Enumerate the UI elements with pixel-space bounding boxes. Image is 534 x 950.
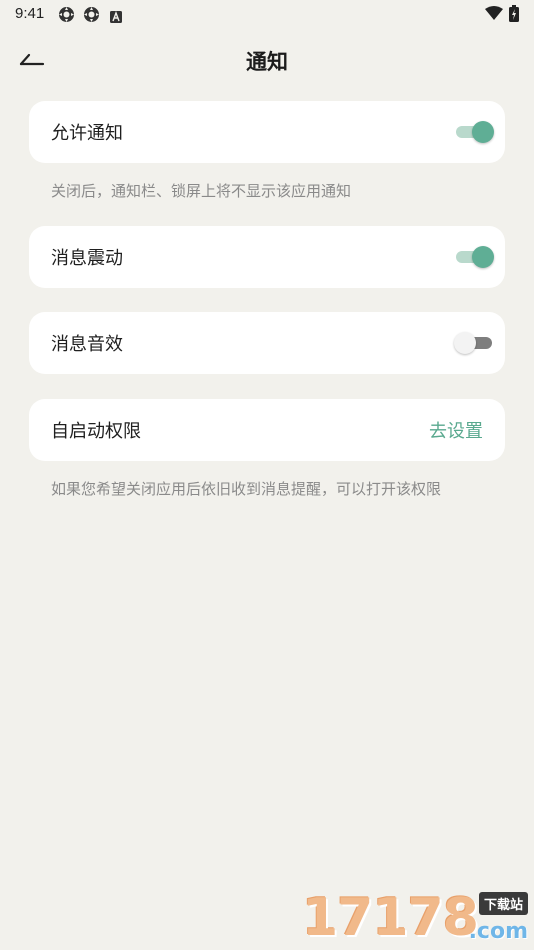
- battery-icon: [509, 5, 519, 26]
- auto-start-permission-row[interactable]: 自启动权限 去设置: [29, 399, 505, 461]
- watermark-badge: 下载站: [478, 892, 528, 915]
- toggle-thumb: [472, 121, 494, 143]
- status-time: 9:41: [15, 5, 45, 22]
- watermark-digits: 17178: [302, 888, 479, 948]
- auto-start-hint: 如果您希望关闭应用后依旧收到消息提醒，可以打开该权限: [51, 480, 442, 498]
- message-vibration-label: 消息震动: [51, 248, 123, 269]
- watermark-suffix: .com: [468, 919, 528, 944]
- notification-settings-screen: 9:41 通知 允许通知 关闭后，通知栏、锁屏上将不显示该应用通知 消息震动 消…: [0, 0, 534, 950]
- message-sound-toggle[interactable]: [454, 331, 494, 355]
- allow-notifications-row[interactable]: 允许通知: [29, 101, 505, 163]
- toggle-thumb: [454, 332, 476, 354]
- site-watermark: 17178 下载站 .com: [302, 888, 530, 948]
- message-vibration-toggle[interactable]: [454, 245, 494, 269]
- auto-start-permission-label: 自启动权限: [51, 421, 141, 442]
- status-bar: 9:41: [0, 0, 534, 28]
- page-title: 通知: [246, 50, 288, 74]
- message-vibration-row[interactable]: 消息震动: [29, 226, 505, 288]
- header: 通知: [0, 36, 534, 84]
- toggle-thumb: [472, 246, 494, 268]
- settings-gear-icon: [83, 6, 100, 27]
- message-sound-row[interactable]: 消息音效: [29, 312, 505, 374]
- allow-notifications-hint: 关闭后，通知栏、锁屏上将不显示该应用通知: [51, 182, 352, 200]
- allow-notifications-label: 允许通知: [51, 123, 123, 144]
- wifi-icon: [485, 6, 503, 25]
- go-settings-link[interactable]: 去设置: [429, 417, 483, 443]
- message-sound-label: 消息音效: [51, 334, 123, 355]
- settings-gear-icon: [58, 6, 75, 27]
- app-a-icon: [110, 8, 122, 27]
- allow-notifications-toggle[interactable]: [454, 120, 494, 144]
